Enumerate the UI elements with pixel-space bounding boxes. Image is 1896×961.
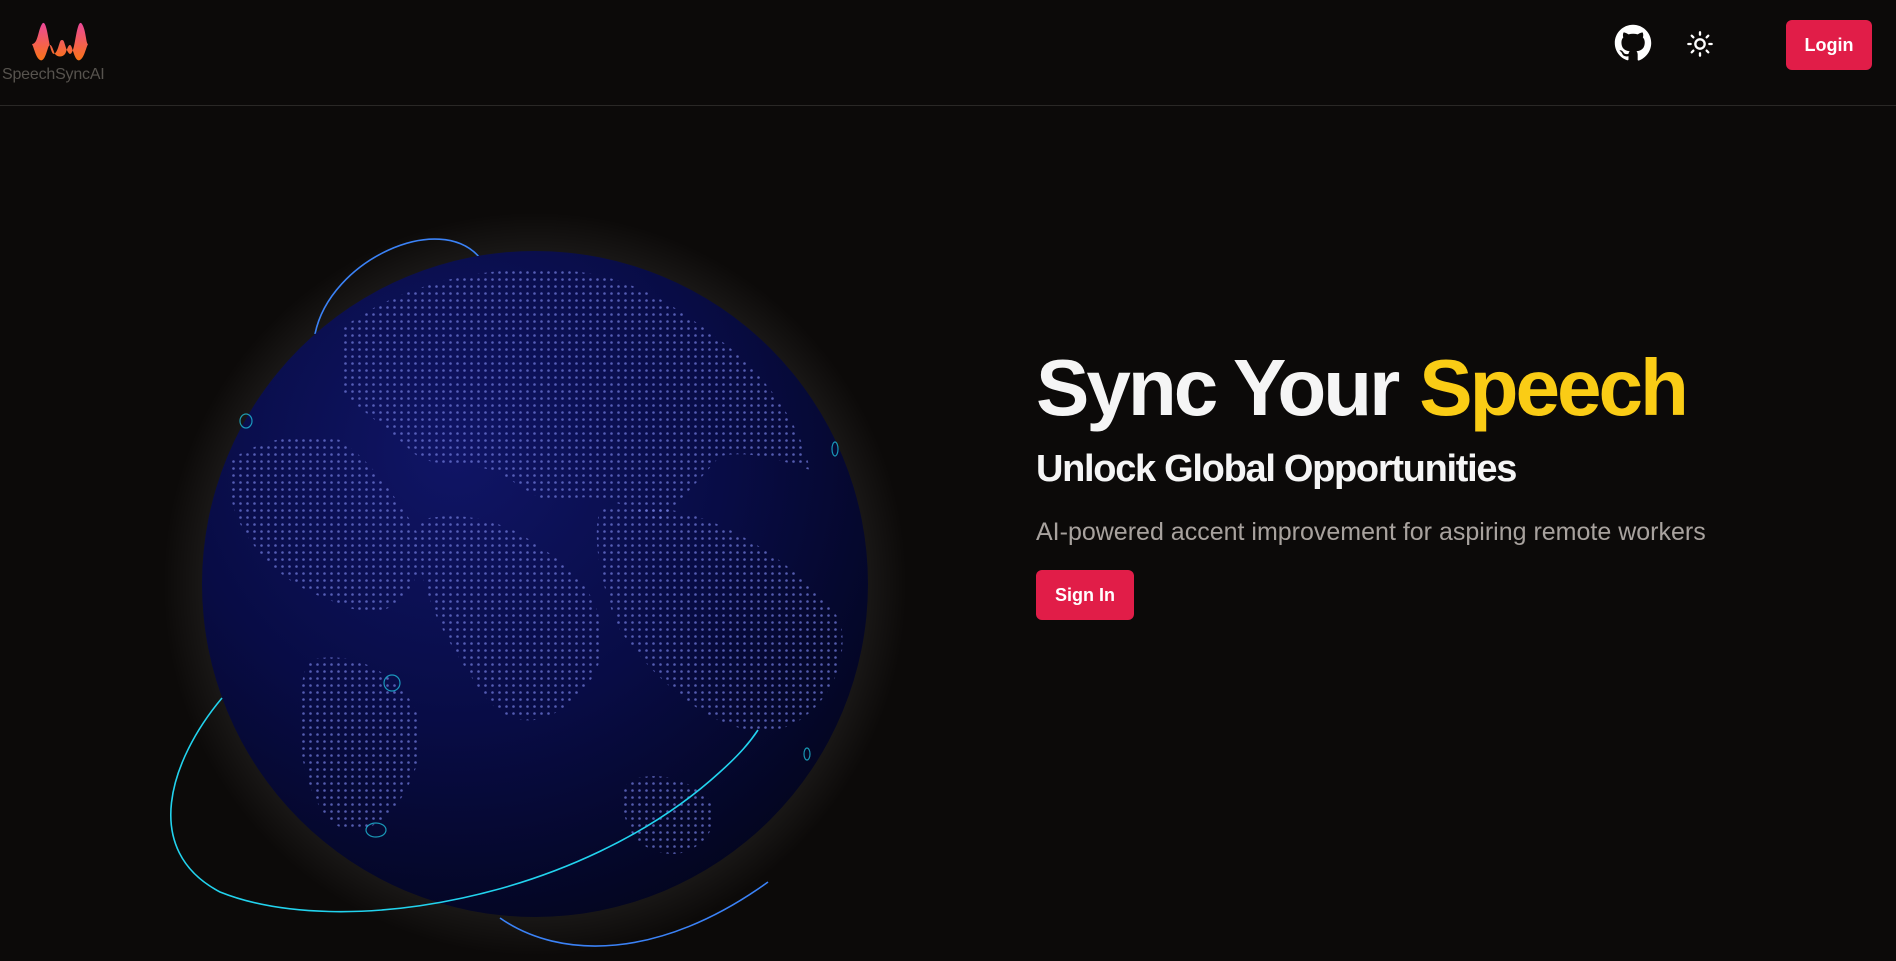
- login-button[interactable]: Login: [1786, 20, 1872, 70]
- sign-in-button[interactable]: Sign In: [1036, 570, 1134, 620]
- brand-logo[interactable]: SpeechSyncAI: [2, 18, 118, 88]
- hero-description: AI-powered accent improvement for aspiri…: [1036, 518, 1706, 546]
- top-navbar: SpeechSyncAI Login: [0, 0, 1896, 106]
- hero-title-highlight: Speech: [1419, 343, 1689, 432]
- hero-section: Sync Your Speech Unlock Global Opportunit…: [1036, 340, 1856, 620]
- hero-subtitle: Unlock Global Opportunities: [1036, 448, 1517, 490]
- github-icon[interactable]: [1614, 24, 1652, 62]
- waveform-logo-icon: [32, 22, 88, 61]
- hero-title-part1: Sync Your: [1036, 343, 1400, 432]
- hero-title: Sync Your Speech: [1036, 340, 1856, 436]
- sun-icon[interactable]: [1686, 30, 1714, 58]
- landing-page: SpeechSyncAI Login Sync Your Speech Unlo…: [0, 0, 1896, 961]
- globe-graphic: [163, 212, 907, 956]
- brand-name: SpeechSyncAI: [2, 66, 105, 83]
- globe-illustration: [160, 212, 907, 961]
